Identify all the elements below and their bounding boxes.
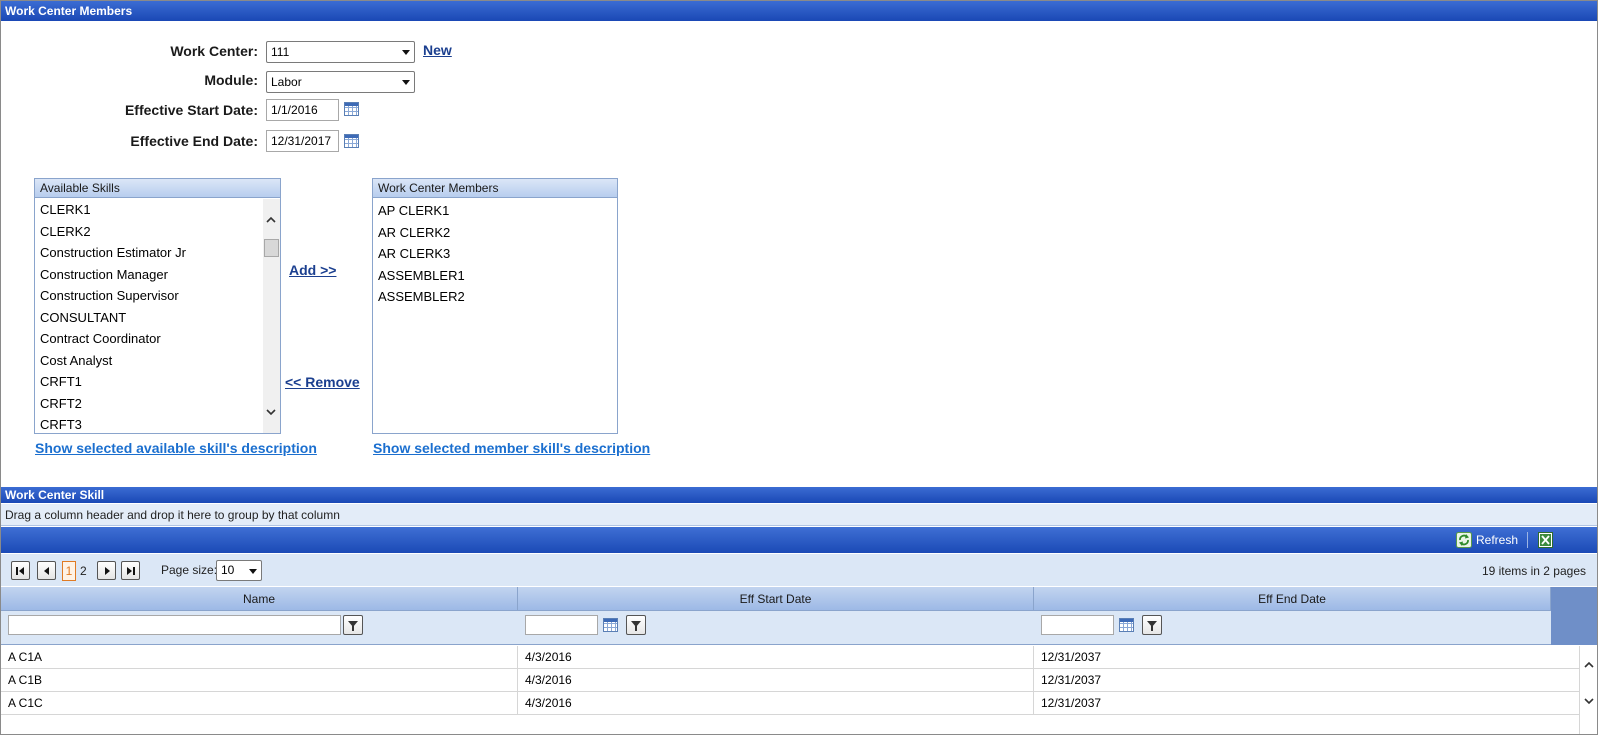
start-date-input[interactable]: 1/1/2016: [266, 99, 339, 121]
filter-icon[interactable]: [1142, 615, 1162, 635]
header-scroll-spacer: [1551, 587, 1597, 645]
list-item[interactable]: ASSEMBLER1: [373, 265, 617, 287]
new-work-center-link[interactable]: New: [423, 42, 452, 58]
page-2-button[interactable]: 2: [80, 561, 87, 581]
column-header-name[interactable]: Name: [1, 587, 518, 611]
start-date-label: Effective Start Date:: [124, 102, 258, 118]
list-item[interactable]: AR CLERK3: [373, 243, 617, 265]
work-center-label: Work Center:: [170, 43, 258, 59]
work-center-members-list[interactable]: Work Center Members AP CLERK1 AR CLERK2 …: [372, 178, 618, 434]
grid-scrollbar[interactable]: [1579, 646, 1597, 734]
filter-icon[interactable]: [626, 615, 646, 635]
page-size-label: Page size:: [161, 563, 218, 577]
list-item[interactable]: AR CLERK2: [373, 222, 617, 244]
list-item[interactable]: Construction Manager: [35, 264, 280, 286]
show-available-description-link[interactable]: Show selected available skill's descript…: [35, 440, 317, 456]
chevron-down-icon[interactable]: [266, 407, 276, 417]
page-size-select[interactable]: 10: [216, 560, 262, 581]
cell-eff-end-date: 12/31/2037: [1041, 650, 1102, 664]
members-header: Work Center Members: [373, 179, 617, 198]
show-member-description-link[interactable]: Show selected member skill's description: [373, 440, 650, 456]
grid-filter-row: [1, 587, 1597, 645]
available-skills-header: Available Skills: [35, 179, 280, 198]
calendar-icon[interactable]: [1119, 618, 1134, 632]
calendar-icon[interactable]: [344, 134, 359, 148]
end-date-input[interactable]: 12/31/2017: [266, 130, 339, 152]
name-filter-input[interactable]: [8, 615, 341, 635]
refresh-icon: [1456, 532, 1472, 548]
next-page-button[interactable]: [97, 561, 116, 580]
cell-eff-end-date: 12/31/2037: [1041, 696, 1102, 710]
table-row[interactable]: A C1B 4/3/2016 12/31/2037: [1, 669, 1579, 692]
cell-name: A C1A: [1, 646, 518, 669]
list-item[interactable]: CRFT3: [35, 414, 280, 433]
refresh-label: Refresh: [1476, 533, 1519, 547]
pager-summary: 19 items in 2 pages: [1481, 564, 1586, 578]
start-date-filter-input[interactable]: [525, 615, 598, 635]
list-item[interactable]: CLERK1: [35, 199, 280, 221]
module-label: Module:: [204, 72, 258, 88]
module-select[interactable]: Labor: [266, 71, 415, 93]
table-row[interactable]: A C1A 4/3/2016 12/31/2037: [1, 646, 1579, 669]
prev-page-button[interactable]: [37, 561, 56, 580]
work-center-skill-title: Work Center Skill: [1, 487, 1597, 503]
list-item[interactable]: CRFT2: [35, 393, 280, 415]
available-skills-list[interactable]: Available Skills CLERK1 CLERK2 Construct…: [34, 178, 281, 434]
toolbar-divider: [1527, 532, 1528, 548]
grid-pager: 1 2 Page size: 10 19 items in 2 pages: [1, 554, 1597, 586]
first-page-button[interactable]: [11, 561, 30, 580]
list-item[interactable]: CLERK2: [35, 221, 280, 243]
grid-header: Name Eff Start Date Eff End Date: [1, 587, 1597, 611]
chevron-down-icon: [402, 80, 410, 85]
remove-skill-button[interactable]: << Remove: [285, 374, 360, 390]
chevron-up-icon[interactable]: [266, 215, 276, 225]
cell-eff-start-date: 4/3/2016: [518, 692, 1034, 715]
cell-eff-start-date: 4/3/2016: [518, 669, 1034, 692]
end-date-label: Effective End Date:: [130, 133, 258, 149]
chevron-down-icon: [402, 50, 410, 55]
group-by-panel[interactable]: Drag a column header and drop it here to…: [1, 504, 1597, 526]
chevron-down-icon[interactable]: [1584, 696, 1594, 706]
grid-command-bar: Refresh: [1, 527, 1597, 553]
cell-eff-end-date: 12/31/2037: [1041, 673, 1102, 687]
cell-name: A C1C: [1, 692, 518, 715]
filter-icon[interactable]: [343, 615, 363, 635]
list-item[interactable]: CONSULTANT: [35, 307, 280, 329]
scroll-thumb[interactable]: [264, 239, 279, 257]
last-page-button[interactable]: [121, 561, 140, 580]
calendar-icon[interactable]: [603, 618, 618, 632]
add-skill-button[interactable]: Add >>: [289, 262, 336, 278]
chevron-down-icon: [249, 569, 257, 574]
refresh-button[interactable]: Refresh: [1456, 531, 1518, 549]
column-header-eff-end-date[interactable]: Eff End Date: [1034, 587, 1551, 611]
list-item[interactable]: CRFT1: [35, 371, 280, 393]
work-center-value: 111: [271, 45, 290, 59]
list-item[interactable]: Contract Coordinator: [35, 328, 280, 350]
available-skills-scrollbar[interactable]: [263, 199, 280, 433]
page-1-button[interactable]: 1: [62, 561, 76, 581]
list-item[interactable]: Construction Supervisor: [35, 285, 280, 307]
table-row[interactable]: A C1C 4/3/2016 12/31/2037: [1, 692, 1579, 715]
end-date-filter-input[interactable]: [1041, 615, 1114, 635]
work-center-select[interactable]: 111: [266, 41, 415, 63]
window-title: Work Center Members: [1, 1, 1597, 21]
list-item[interactable]: ASSEMBLER2: [373, 286, 617, 308]
page-size-value: 10: [221, 563, 235, 577]
module-value: Labor: [271, 75, 302, 89]
export-excel-icon[interactable]: [1538, 532, 1553, 548]
list-item[interactable]: Cost Analyst: [35, 350, 280, 372]
column-header-eff-start-date[interactable]: Eff Start Date: [518, 587, 1034, 611]
chevron-up-icon[interactable]: [1584, 660, 1594, 670]
cell-eff-start-date: 4/3/2016: [518, 646, 1034, 669]
cell-name: A C1B: [1, 669, 518, 692]
calendar-icon[interactable]: [344, 102, 359, 116]
list-item[interactable]: Construction Estimator Jr: [35, 242, 280, 264]
list-item[interactable]: AP CLERK1: [373, 200, 617, 222]
